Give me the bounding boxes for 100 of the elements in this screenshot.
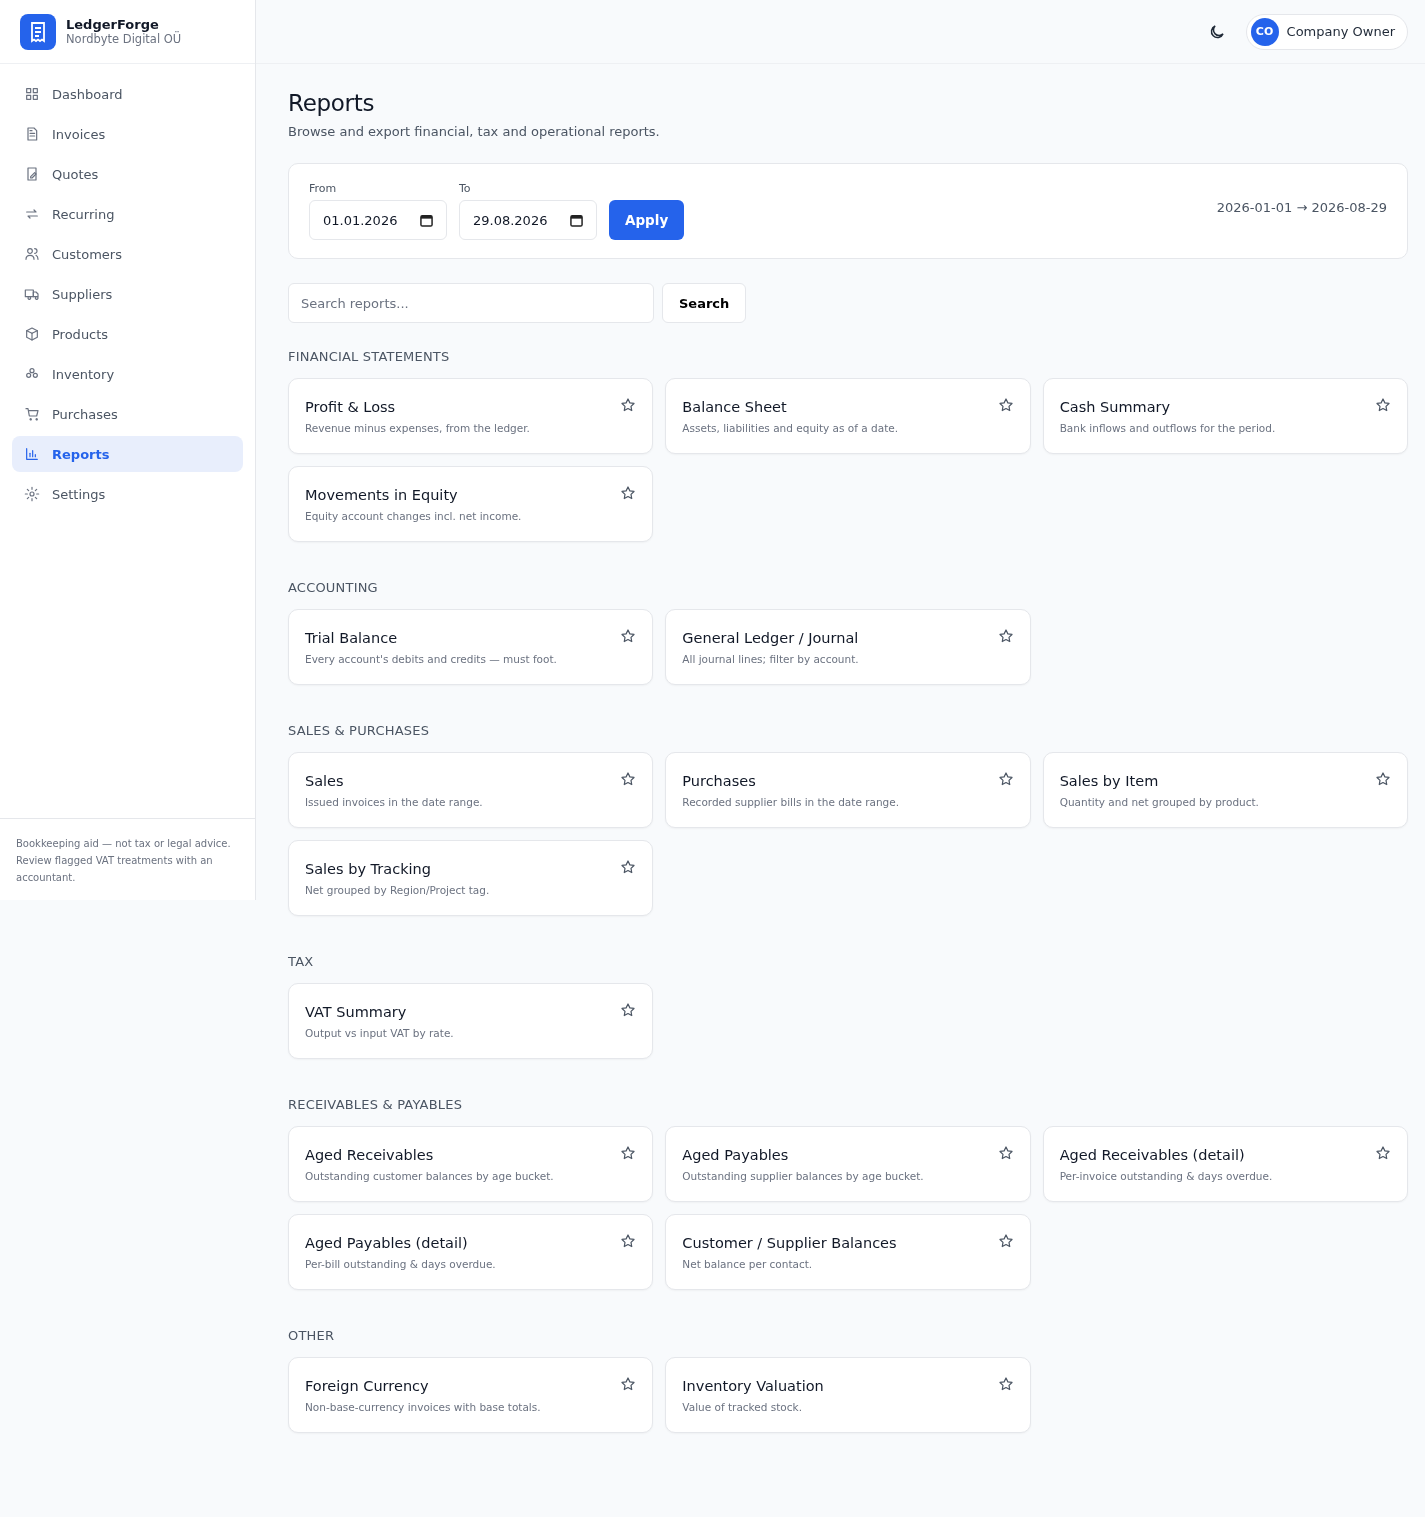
nav-item[interactable]: Dashboard	[12, 76, 243, 112]
calendar-icon[interactable]	[420, 213, 433, 227]
report-card[interactable]: Aged Payables (detail) Per-bill outstanding & days overdue.	[288, 1214, 654, 1290]
calendar-icon[interactable]	[570, 213, 583, 227]
report-description: Output vs input VAT by rate.	[305, 1027, 454, 1039]
report-title: Purchases	[682, 773, 757, 789]
report-description: Net balance per contact.	[682, 1258, 814, 1270]
nav-icon	[24, 166, 40, 182]
report-card[interactable]: Aged Payables Outstanding supplier balances by age bucket.	[665, 1126, 1031, 1202]
report-card[interactable]: Sales Issued invoices in the date range.	[288, 752, 654, 828]
report-card[interactable]: Sales by Item Quantity and net grouped by product.	[1042, 752, 1408, 828]
section-heading: TAX	[288, 954, 315, 969]
nav-item[interactable]: Suppliers	[12, 276, 243, 312]
report-description: Outstanding customer balances by age bucket.	[305, 1170, 554, 1182]
report-card[interactable]: Customer / Supplier Balances Net balance per contact.	[665, 1214, 1031, 1290]
nav-item[interactable]: Inventory	[12, 356, 243, 392]
star-icon[interactable]	[620, 1002, 637, 1018]
report-title: Trial Balance	[305, 630, 399, 646]
report-description: All journal lines; filter by account.	[682, 653, 859, 665]
star-icon[interactable]	[997, 771, 1014, 787]
nav-icon	[24, 326, 40, 342]
nav-item[interactable]: Recurring	[12, 196, 243, 232]
report-title: VAT Summary	[305, 1004, 408, 1020]
report-card[interactable]: Trial Balance Every account's debits and credits — must foot.	[288, 609, 654, 685]
report-description: Per-bill outstanding & days overdue.	[305, 1258, 496, 1270]
report-title: Sales by Item	[1059, 773, 1160, 789]
report-title: Customer / Supplier Balances	[682, 1235, 897, 1251]
report-card[interactable]: Cash Summary Bank inflows and outflows for the period.	[1042, 378, 1408, 454]
star-icon[interactable]	[1375, 397, 1391, 413]
report-description: Revenue minus expenses, from the ledger.	[305, 422, 530, 434]
report-card[interactable]: Aged Receivables (detail) Per-invoice outstanding & days overdue.	[1042, 1126, 1408, 1202]
field-label: From	[309, 182, 338, 195]
report-description: Outstanding supplier balances by age bucket.	[682, 1170, 924, 1182]
nav-item[interactable]: Reports	[12, 436, 243, 472]
report-description: Per-invoice outstanding & days overdue.	[1059, 1170, 1273, 1182]
star-icon[interactable]	[1375, 1145, 1391, 1161]
report-title: Balance Sheet	[682, 399, 788, 415]
nav-icon	[24, 286, 40, 302]
field-label: To	[459, 182, 472, 195]
star-icon[interactable]	[1375, 771, 1391, 787]
report-card[interactable]: Movements in Equity Equity account changes incl. net income.	[288, 466, 654, 542]
report-title: Profit & Loss	[305, 399, 397, 415]
report-card[interactable]: Profit & Loss Revenue minus expenses, from the ledger.	[288, 378, 654, 454]
report-title: Movements in Equity	[305, 487, 459, 503]
report-card[interactable]: Sales by Tracking Net grouped by Region/Project tag.	[288, 840, 654, 916]
star-icon[interactable]	[620, 397, 637, 413]
report-card[interactable]: General Ledger / Journal All journal lines; filter by account.	[665, 609, 1031, 685]
nav-item[interactable]: Invoices	[12, 116, 243, 152]
report-card[interactable]: Balance Sheet Assets, liabilities and equity as of a date.	[665, 378, 1031, 454]
star-icon[interactable]	[620, 1145, 637, 1161]
star-icon[interactable]	[620, 1233, 637, 1249]
brand-name: LedgerForge	[66, 17, 160, 32]
nav-icon	[24, 446, 40, 462]
search-button[interactable]: Search	[662, 283, 747, 323]
search-field[interactable]: Search reports...	[288, 283, 654, 323]
report-description: Bank inflows and outflows for the period.	[1059, 422, 1276, 434]
date-input[interactable]: 01.01.2026	[309, 200, 447, 240]
section-heading: RECEIVABLES & PAYABLES	[288, 1097, 464, 1112]
star-icon[interactable]	[997, 397, 1014, 413]
page-subtitle: Browse and export financial, tax and operational reports.	[288, 124, 661, 139]
company-name: Nordbyte Digital OÜ	[66, 32, 182, 46]
report-card[interactable]: VAT Summary Output vs input VAT by rate.	[288, 983, 654, 1059]
nav-icon	[24, 486, 40, 502]
report-description: Recorded supplier bills in the date range.	[682, 796, 900, 808]
nav-item[interactable]: Quotes	[12, 156, 243, 192]
nav-icon	[24, 406, 40, 422]
nav-icon	[24, 86, 40, 102]
report-title: Sales	[305, 773, 345, 789]
nav-item[interactable]: Purchases	[12, 396, 243, 432]
section-heading: SALES & PURCHASES	[288, 723, 431, 738]
nav-item[interactable]: Products	[12, 316, 243, 352]
report-card[interactable]: Aged Receivables Outstanding customer balances by age bucket.	[288, 1126, 654, 1202]
star-icon[interactable]	[620, 1376, 637, 1392]
report-title: Aged Receivables (detail)	[1059, 1147, 1246, 1163]
date-input[interactable]: 29.08.2026	[459, 200, 597, 240]
report-card[interactable]: Foreign Currency Non-base-currency invoices with base totals.	[288, 1357, 654, 1433]
date-range-text: 2026-01-01 → 2026-08-29	[1216, 199, 1387, 215]
report-title: Aged Payables (detail)	[305, 1235, 469, 1251]
star-icon[interactable]	[997, 1145, 1014, 1161]
nav-icon	[24, 126, 40, 142]
nav-item[interactable]: Customers	[12, 236, 243, 272]
star-icon[interactable]	[620, 628, 637, 644]
star-icon[interactable]	[997, 1376, 1014, 1392]
report-card[interactable]: Inventory Valuation Value of tracked stock.	[665, 1357, 1031, 1433]
star-icon[interactable]	[620, 771, 637, 787]
report-description: Non-base-currency invoices with base totals.	[305, 1401, 541, 1413]
logo-icon	[20, 13, 56, 50]
star-icon[interactable]	[620, 859, 637, 875]
star-icon[interactable]	[997, 1233, 1014, 1249]
apply-button[interactable]: Apply	[609, 200, 685, 240]
nav-item[interactable]: Settings	[12, 476, 243, 512]
nav-icon	[24, 246, 40, 262]
star-icon[interactable]	[620, 485, 637, 501]
report-title: Aged Receivables	[305, 1147, 435, 1163]
report-card[interactable]: Purchases Recorded supplier bills in the date range.	[665, 752, 1031, 828]
section-heading: ACCOUNTING	[288, 580, 379, 595]
user-menu-button[interactable]: CO Company Owner	[1245, 13, 1408, 50]
report-title: Sales by Tracking	[305, 861, 432, 877]
star-icon[interactable]	[997, 628, 1014, 644]
section-heading: OTHER	[288, 1328, 336, 1343]
